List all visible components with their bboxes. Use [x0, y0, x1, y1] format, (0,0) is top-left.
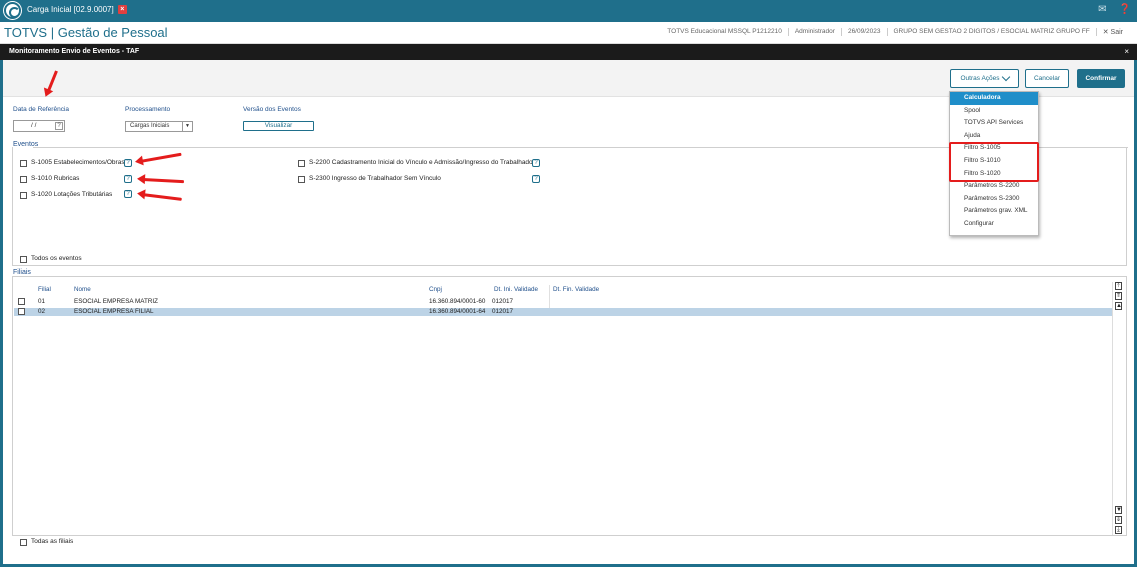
visualizar-button[interactable]: Visualizar	[243, 121, 314, 131]
row-checkbox[interactable]	[18, 308, 25, 315]
todas-filiais-label: Todas as filiais	[31, 538, 74, 545]
event-label-s2200: S-2200 Cadastramento Inicial do Vínculo …	[309, 159, 535, 166]
outras-acoes-label: Outras Ações	[960, 75, 1000, 82]
scroll-down-icon[interactable]: ▼	[1115, 506, 1122, 514]
help-icon[interactable]: ?	[124, 159, 132, 167]
menu-item-totvs-api[interactable]: TOTVS API Services	[950, 117, 1038, 130]
column-header-nome[interactable]: Nome	[74, 286, 91, 293]
data-referencia-input[interactable]: / / ?	[13, 120, 65, 132]
chevron-down-icon: ▼	[182, 122, 192, 131]
window-titlebar: Carga Inicial [02.9.0007] × ✉ ❓	[0, 0, 1137, 22]
tab-close-icon[interactable]: ×	[117, 5, 127, 14]
cell-nome: ESOCIAL EMPRESA MATRIZ	[74, 298, 158, 305]
chevron-down-icon	[1001, 72, 1010, 82]
help-icon[interactable]: ❓	[1119, 4, 1131, 15]
event-label-s2300: S-2300 Ingresso de Trabalhador Sem Víncu…	[309, 175, 441, 182]
menu-item-calculadora[interactable]: Calculadora	[950, 92, 1038, 105]
grid-scrollbar[interactable]: ⤒ ⇑ ▲ ▼ ⇓ ⤓	[1112, 282, 1122, 535]
scroll-bottom-icon[interactable]: ⤓	[1115, 526, 1122, 534]
sair-button[interactable]: ✕ Sair	[1095, 28, 1129, 36]
event-label-s1010: S-1010 Rubricas	[31, 175, 80, 182]
processamento-value: Cargas Iniciais	[130, 123, 170, 129]
help-icon[interactable]: ?	[532, 175, 540, 183]
column-header-filial[interactable]: Filial	[38, 286, 51, 293]
table-row[interactable]: 02 ESOCIAL EMPRESA FILIAL 16.360.894/000…	[14, 308, 1112, 316]
event-checkbox-s2300[interactable]	[298, 176, 305, 183]
filiais-section-label: Filiais	[13, 269, 31, 276]
confirm-button[interactable]: Confirmar	[1077, 69, 1125, 88]
cell-cnpj: 16.360.894/0001-60	[429, 298, 486, 305]
data-referencia-label: Data de Referência	[13, 106, 70, 113]
menu-item-parametros-xml[interactable]: Parâmetros grav. XML	[950, 205, 1038, 218]
event-checkbox-s1020[interactable]	[20, 192, 27, 199]
user-label[interactable]: Administrador	[787, 28, 841, 36]
cell-cnpj: 16.360.894/0001-64	[429, 308, 486, 315]
scroll-top-icon[interactable]: ⤒	[1115, 282, 1122, 290]
outras-acoes-button[interactable]: Outras Ações	[950, 69, 1019, 88]
menu-item-ajuda[interactable]: Ajuda	[950, 130, 1038, 143]
menu-item-configurar[interactable]: Configurar	[950, 218, 1038, 231]
menu-item-spool[interactable]: Spool	[950, 105, 1038, 118]
date-label[interactable]: 26/09/2023	[840, 28, 887, 36]
app-header: TOTVS | Gestão de Pessoal TOTVS Educacio…	[0, 22, 1137, 44]
versao-eventos-label: Versão dos Eventos	[243, 106, 301, 113]
cell-filial: 02	[38, 308, 46, 315]
help-icon[interactable]: ?	[532, 159, 540, 167]
dialog-title: Monitoramento Envio de Eventos - TAF	[9, 48, 140, 55]
todos-eventos-checkbox[interactable]	[20, 256, 27, 263]
cell-nome: ESOCIAL EMPRESA FILIAL	[74, 308, 154, 315]
dialog-titlebar: Monitoramento Envio de Eventos - TAF ×	[0, 44, 1137, 60]
cancel-button[interactable]: Cancelar	[1025, 69, 1069, 88]
app-title: TOTVS | Gestão de Pessoal	[4, 25, 168, 40]
processamento-select[interactable]: Cargas Iniciais ▼	[125, 121, 193, 132]
todas-filiais-checkbox[interactable]	[20, 539, 27, 546]
dialog-close-icon[interactable]: ×	[1124, 47, 1129, 56]
column-header-dt-fin[interactable]: Dt. Fin. Validade	[553, 286, 599, 293]
tab-carga-inicial[interactable]: Carga Inicial [02.9.0007] ×	[27, 5, 127, 14]
totvs-logo-icon[interactable]	[4, 2, 21, 19]
column-header-dt-ini[interactable]: Dt. Ini. Validade	[494, 286, 538, 293]
event-checkbox-s1005[interactable]	[20, 160, 27, 167]
scroll-page-up-icon[interactable]: ⇑	[1115, 292, 1122, 300]
menu-item-parametros-s2200[interactable]: Parâmetros S-2200	[950, 180, 1038, 193]
cell-filial: 01	[38, 298, 46, 305]
mail-icon[interactable]: ✉	[1098, 4, 1106, 15]
session-info: TOTVS Educacional MSSQL P1212210 Adminis…	[661, 28, 1129, 36]
scroll-page-down-icon[interactable]: ⇓	[1115, 516, 1122, 524]
annotation-highlight-box	[949, 142, 1039, 182]
event-checkbox-s1010[interactable]	[20, 176, 27, 183]
help-icon[interactable]: ?	[55, 122, 63, 130]
menu-item-parametros-s2300[interactable]: Parâmetros S-2300	[950, 193, 1038, 206]
row-checkbox[interactable]	[18, 298, 25, 305]
table-row[interactable]: 01 ESOCIAL EMPRESA MATRIZ 16.360.894/000…	[14, 298, 1112, 306]
tab-label: Carga Inicial [02.9.0007]	[27, 5, 114, 14]
cell-dt-ini: 012017	[492, 308, 514, 315]
event-checkbox-s2200[interactable]	[298, 160, 305, 167]
event-label-s1005: S-1005 Estabelecimentos/Obras	[31, 159, 125, 166]
environment-label[interactable]: TOTVS Educacional MSSQL P1212210	[661, 28, 788, 36]
frame-left-border	[0, 60, 3, 567]
column-header-cnpj[interactable]: Cnpj	[429, 286, 442, 293]
todos-eventos-label: Todos os eventos	[31, 255, 82, 262]
help-icon[interactable]: ?	[124, 175, 132, 183]
group-label[interactable]: GRUPO SEM GESTAO 2 DIGITOS / ESOCIAL MAT…	[886, 28, 1096, 36]
event-label-s1020: S-1020 Lotações Tributárias	[31, 191, 113, 198]
cell-dt-ini: 012017	[492, 298, 514, 305]
data-referencia-value: / /	[31, 122, 37, 129]
scroll-up-icon[interactable]: ▲	[1115, 302, 1122, 310]
processamento-label: Processamento	[125, 106, 171, 113]
help-icon[interactable]: ?	[124, 190, 132, 198]
